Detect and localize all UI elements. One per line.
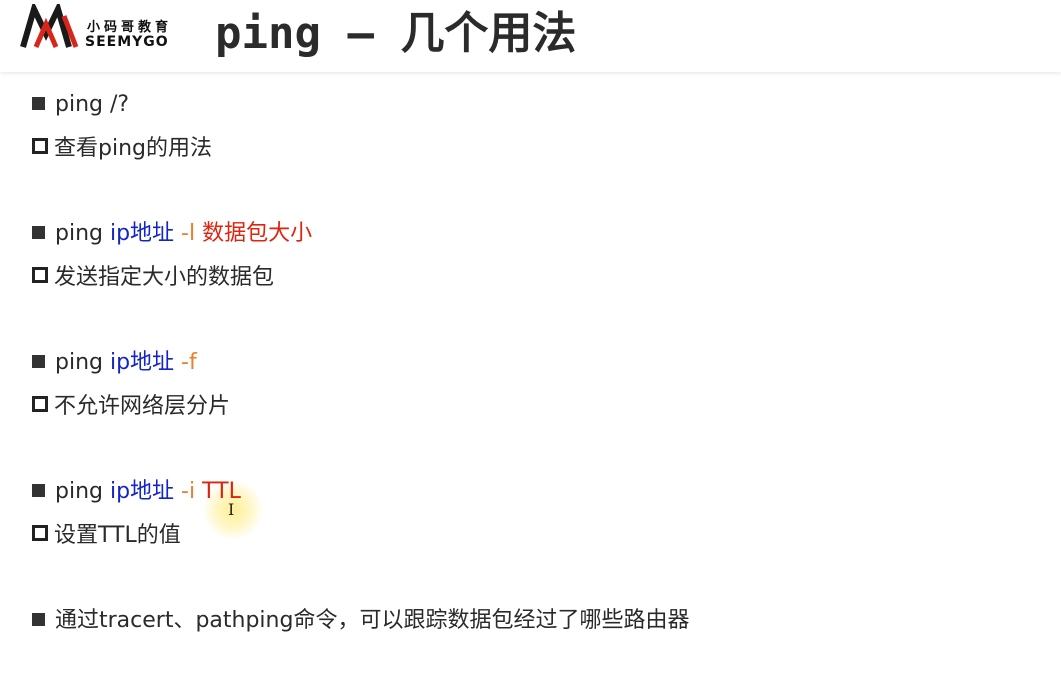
title-cn: 几个用法 — [400, 8, 577, 59]
command-line: ping ip地址 -f — [32, 348, 197, 378]
description-line: 不允许网络层分片 — [32, 392, 230, 422]
description-text: 不允许网络层分片 — [54, 394, 231, 419]
description-line: 查看ping的用法 — [32, 134, 212, 164]
solid-square-icon — [32, 97, 45, 110]
seemygo-logo: 小码哥教育 SEEMYGO — [20, 4, 190, 52]
option-flag: -f — [174, 350, 197, 375]
title-code: ping – — [215, 8, 401, 59]
logo-text-cn: 小码哥教育 — [87, 20, 173, 35]
trace-note-text: 通过tracert、pathping命令，可以跟踪数据包经过了哪些路由器 — [55, 608, 690, 633]
description-text: 查看ping的用法 — [54, 136, 212, 161]
logo-mark-icon — [20, 4, 79, 48]
option-argument: TTL — [202, 479, 241, 504]
solid-square-icon — [32, 226, 45, 239]
ip-address-text: ip地址 — [109, 221, 175, 246]
option-flag: -i — [174, 479, 203, 504]
description-text: 设置TTL的值 — [54, 523, 181, 548]
hollow-square-icon — [32, 138, 48, 154]
hollow-square-icon — [32, 267, 48, 283]
slide: 小码哥教育 SEEMYGO ping – 几个用法 ping /? 查看ping… — [0, 0, 1061, 673]
command-text: ping — [55, 221, 110, 246]
slide-header: 小码哥教育 SEEMYGO ping – 几个用法 — [0, 0, 1061, 72]
solid-square-icon — [32, 484, 45, 497]
logo-text-en: SEEMYGO — [85, 34, 169, 50]
ip-address-text: ip地址 — [109, 350, 175, 375]
ip-address-text: ip地址 — [109, 479, 175, 504]
page-title: ping – 几个用法 — [215, 4, 576, 64]
command-text: ping — [55, 350, 110, 375]
description-line: 发送指定大小的数据包 — [32, 263, 274, 293]
option-flag: -l — [174, 221, 203, 246]
description-line: 设置TTL的值 — [32, 521, 181, 551]
solid-square-icon — [32, 355, 45, 368]
hollow-square-icon — [32, 525, 48, 541]
command-text: ping — [55, 479, 110, 504]
command-line: ping ip地址 -i TTL — [32, 477, 241, 507]
description-text: 发送指定大小的数据包 — [54, 265, 275, 290]
command-line: ping ip地址 -l 数据包大小 — [32, 219, 312, 249]
trace-note-line: 通过tracert、pathping命令，可以跟踪数据包经过了哪些路由器 — [32, 606, 689, 636]
text-cursor-icon: I — [228, 500, 235, 519]
command-text: ping /? — [55, 92, 130, 117]
hollow-square-icon — [32, 396, 48, 412]
solid-square-icon — [32, 613, 45, 626]
option-argument: 数据包大小 — [202, 221, 313, 246]
command-line: ping /? — [32, 90, 129, 120]
